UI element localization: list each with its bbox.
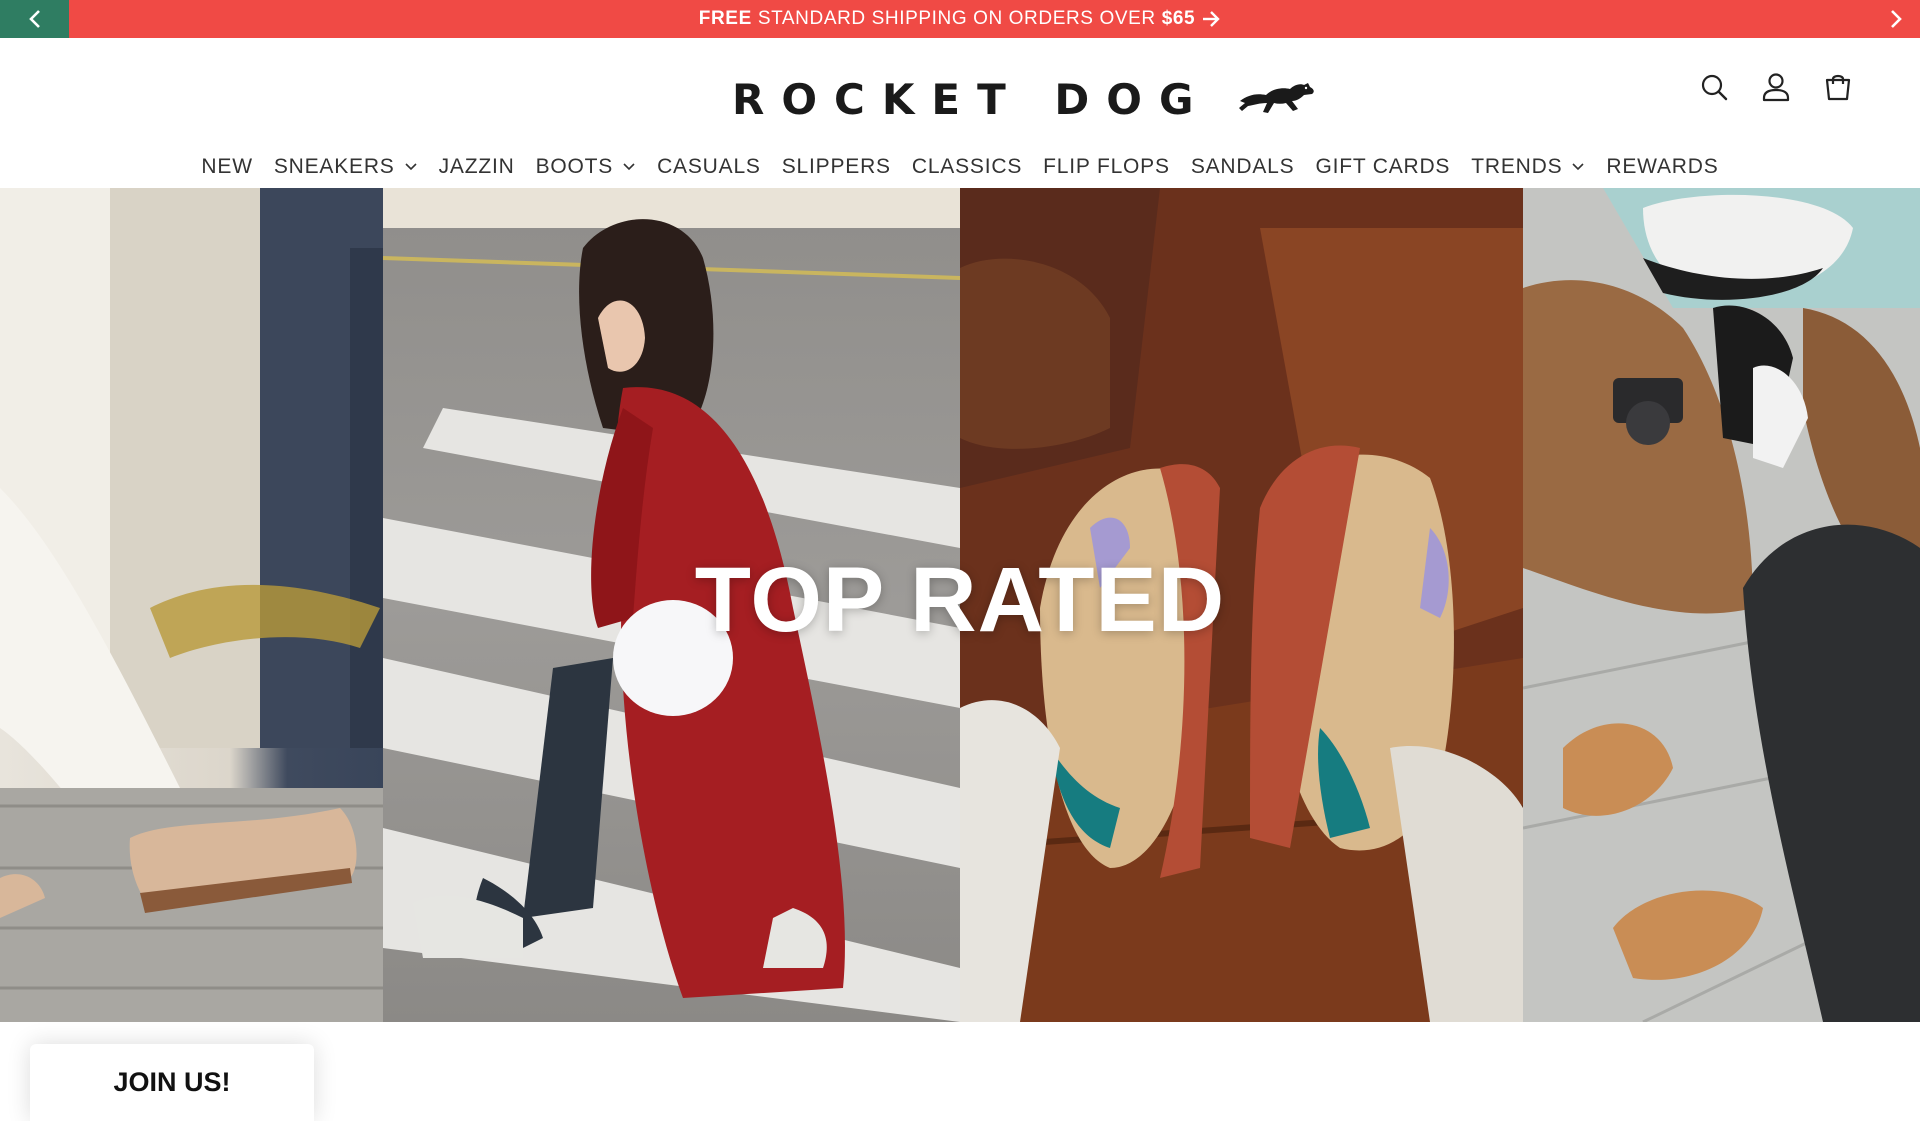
logo-text: ROCKET DOG	[732, 74, 1211, 124]
nav-label: TRENDS	[1471, 155, 1563, 178]
main-navigation: NEW SNEAKERS JAZZIN BOOTS CASUALS SLIPPE…	[0, 146, 1920, 188]
announcement-bar: FREE STANDARD SHIPPING ON ORDERS OVER $6…	[0, 0, 1920, 38]
nav-item-gift-cards[interactable]: GIFT CARDS	[1315, 155, 1450, 179]
hero-title: TOP RATED	[694, 549, 1226, 651]
nav-label: CASUALS	[657, 155, 761, 178]
arrow-right-icon	[1203, 11, 1220, 27]
nav-item-trends[interactable]: TRENDS	[1471, 155, 1585, 179]
running-dog-logo-icon	[1239, 83, 1315, 113]
nav-label: FLIP FLOPS	[1043, 155, 1170, 178]
hero-banner[interactable]: TOP RATED	[0, 188, 1920, 1022]
join-us-button[interactable]: JOIN US!	[30, 1044, 314, 1121]
nav-item-classics[interactable]: CLASSICS	[912, 155, 1022, 179]
nav-label: JAZZIN	[438, 155, 515, 178]
nav-item-slippers[interactable]: SLIPPERS	[782, 155, 891, 179]
search-icon	[1701, 74, 1728, 101]
nav-item-boots[interactable]: BOOTS	[536, 155, 637, 179]
nav-label: NEW	[201, 155, 253, 178]
chevron-left-icon	[28, 10, 40, 28]
nav-label: GIFT CARDS	[1315, 155, 1451, 178]
account-icon	[1762, 73, 1790, 102]
announcement-link[interactable]: FREE STANDARD SHIPPING ON ORDERS OVER $6…	[699, 8, 1221, 30]
nav-label: BOOTS	[535, 155, 614, 178]
account-button[interactable]	[1760, 71, 1792, 103]
nav-item-casuals[interactable]: CASUALS	[657, 155, 761, 179]
search-button[interactable]	[1698, 71, 1730, 103]
cart-button[interactable]	[1822, 71, 1854, 103]
site-logo[interactable]: ROCKET DOG	[732, 58, 1316, 140]
chevron-down-icon	[405, 163, 417, 171]
announcement-middle: STANDARD SHIPPING ON ORDERS OVER	[757, 8, 1156, 29]
chevron-right-icon	[1891, 10, 1902, 28]
announcement-lead: FREE	[698, 8, 752, 29]
chevron-down-icon	[1572, 163, 1584, 171]
nav-item-flip-flops[interactable]: FLIP FLOPS	[1043, 155, 1170, 179]
nav-item-jazzin[interactable]: JAZZIN	[439, 155, 515, 179]
join-us-label: JOIN US!	[113, 1067, 231, 1097]
nav-item-sandals[interactable]: SANDALS	[1191, 155, 1295, 179]
header-actions	[1698, 62, 1854, 112]
nav-label: CLASSICS	[911, 155, 1023, 178]
nav-item-new[interactable]: NEW	[201, 155, 252, 179]
announcement-prev-button[interactable]	[0, 0, 69, 38]
announcement-amount: $65	[1161, 8, 1196, 29]
cart-icon	[1825, 74, 1851, 101]
nav-label: SLIPPERS	[781, 155, 891, 178]
nav-item-sneakers[interactable]: SNEAKERS	[274, 155, 418, 179]
chevron-down-icon	[623, 163, 635, 171]
nav-label: SNEAKERS	[273, 155, 395, 178]
announcement-next-button[interactable]	[1872, 0, 1920, 38]
site-header: ROCKET DOG NEW SNEAKERS JAZZIN BOOTS CAS…	[0, 38, 1920, 188]
nav-label: REWARDS	[1606, 155, 1719, 178]
nav-item-rewards[interactable]: REWARDS	[1606, 155, 1718, 179]
nav-label: SANDALS	[1190, 155, 1295, 178]
